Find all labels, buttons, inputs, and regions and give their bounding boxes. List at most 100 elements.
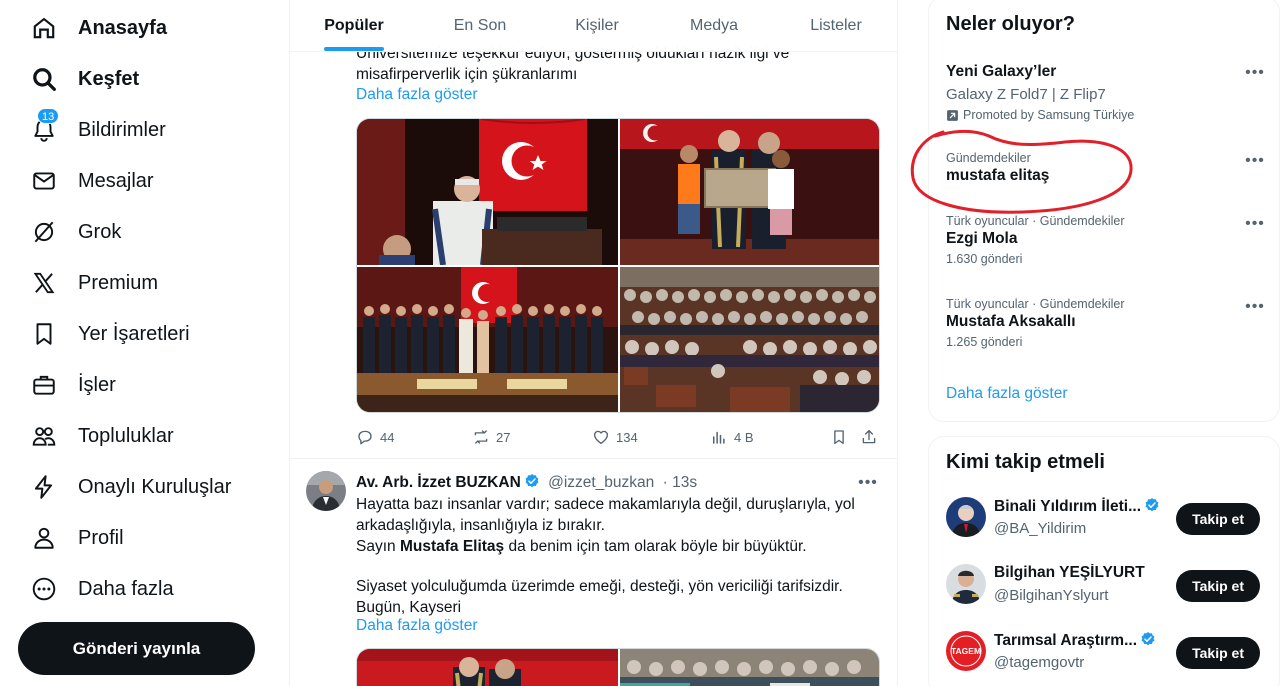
tweet-1-photo-plaque[interactable] — [620, 119, 879, 265]
nav-explore-label: Keşfet — [78, 67, 140, 90]
bookmark-icon — [834, 430, 844, 445]
nav-premium[interactable]: Premium — [30, 263, 158, 303]
nav-verified-orgs[interactable]: Onaylı Kuruluşlar — [30, 467, 231, 507]
nav-premium-label: Premium — [78, 271, 159, 294]
nav-bookmarks-label: Yer İşaretleri — [78, 322, 190, 345]
nav-jobs[interactable]: İşler — [30, 365, 116, 405]
trend-more-icon[interactable]: ••• — [1245, 151, 1265, 171]
briefcase-icon — [30, 371, 58, 399]
follow-suggestion[interactable]: Bilgihan YEŞİLYURT @BilgihanYslyurt Taki… — [946, 562, 1268, 612]
trend-item[interactable]: Türk oyuncular · Gündemdekiler Mustafa A… — [946, 297, 1266, 349]
tweet-2-author-handle[interactable]: @izzet_buzkan — [548, 474, 654, 491]
tweet-2-header: Av. Arb. İzzet BUZKAN @izzet_buzkan · 13… — [356, 473, 697, 492]
x-logo-icon — [30, 269, 58, 297]
promoted-more-icon[interactable]: ••• — [1245, 63, 1265, 83]
promoted-arrow-icon — [947, 109, 958, 121]
verified-badge-icon — [1145, 498, 1159, 512]
trend-more-icon[interactable]: ••• — [1245, 297, 1265, 317]
like-button[interactable]: 134 — [592, 426, 638, 448]
main-timeline: Üniversitemize teşekkür ediyor, göstermi… — [290, 0, 898, 686]
tweet-1-show-more-link[interactable]: Daha fazla göster — [356, 86, 478, 104]
follow-button[interactable]: Takip et — [1176, 503, 1260, 535]
bookmark-icon — [30, 320, 58, 348]
tweet-1-media-grid[interactable] — [356, 118, 880, 413]
follow-avatar[interactable] — [946, 497, 986, 537]
follow-suggestion[interactable]: Binali Yıldırım İleti... @BA_Yildirim Ta… — [946, 495, 1268, 545]
nav-verified-orgs-label: Onaylı Kuruluşlar — [78, 475, 232, 498]
tweet-1[interactable]: Üniversitemize teşekkür ediyor, göstermi… — [290, 0, 897, 460]
tab-media[interactable]: Medya — [668, 0, 760, 52]
repost-button[interactable]: 27 — [472, 426, 510, 448]
tweet-2-timestamp[interactable]: · 13s — [663, 474, 697, 491]
tab-lists[interactable]: Listeler — [786, 0, 886, 52]
repost-count: 27 — [496, 429, 511, 445]
post-button[interactable]: Gönderi yayınla — [18, 622, 255, 675]
share-button[interactable] — [860, 426, 878, 448]
trends-title: Neler oluyor? — [946, 13, 1075, 35]
trend-name: Mustafa Aksakallı — [946, 313, 1076, 330]
trend-post-count: 1.265 gönderi — [946, 335, 1023, 349]
follow-button[interactable]: Takip et — [1176, 637, 1260, 669]
envelope-icon — [30, 167, 58, 195]
bookmark-button[interactable] — [830, 426, 848, 448]
nav-home[interactable]: Anasayfa — [30, 8, 167, 48]
lightning-icon — [30, 473, 58, 501]
tweet-1-text-line2: misafirperverlik için şükranlarımı — [356, 66, 578, 83]
tweet-2-text-line3-pre: Sayın — [356, 538, 400, 555]
nav-grok[interactable]: Grok — [30, 212, 121, 252]
tweet-1-actions: 44 27 134 4 B — [356, 426, 880, 448]
nav-messages[interactable]: Mesajlar — [30, 161, 154, 201]
tweet-2-photo-1[interactable] — [357, 649, 618, 686]
trends-show-more-link[interactable]: Daha fazla göster — [946, 385, 1068, 403]
tweet-2-media-grid[interactable] — [356, 648, 880, 686]
tweet-2-text-line5: Bugün, Kayseri — [356, 599, 462, 616]
person-icon — [30, 524, 58, 552]
nav-grok-label: Grok — [78, 220, 122, 243]
follow-button[interactable]: Takip et — [1176, 570, 1260, 602]
nav-more[interactable]: Daha fazla — [30, 569, 174, 609]
nav-explore[interactable]: Keşfet — [30, 59, 139, 99]
tweet-2-avatar[interactable] — [306, 471, 346, 511]
nav-communities[interactable]: Topluluklar — [30, 416, 174, 456]
views-button[interactable]: 4 B — [710, 426, 754, 448]
promoted-by-row: Promoted by Samsung Türkiye — [946, 108, 1266, 122]
trend-context: Türk oyuncular · Gündemdekiler — [946, 297, 1125, 311]
nav-communities-label: Topluluklar — [78, 424, 174, 447]
tweet-2-photo-2[interactable] — [620, 649, 879, 686]
nav-notifications-label: Bildirimler — [78, 118, 166, 141]
tweet-2-text-line1: Hayatta bazı insanlar vardır; sadece mak… — [356, 496, 855, 513]
tweet-1-photo-speech[interactable] — [357, 119, 618, 265]
tagem-logo-text: TAGEM — [951, 646, 981, 656]
nav-profile[interactable]: Profil — [30, 518, 124, 558]
verified-badge-icon — [1141, 632, 1155, 646]
follow-avatar[interactable]: TAGEM — [946, 631, 986, 671]
repost-icon — [474, 430, 488, 444]
tab-latest[interactable]: En Son — [428, 0, 532, 52]
tweet-1-photo-group[interactable] — [357, 267, 618, 412]
follow-avatar[interactable] — [946, 564, 986, 604]
tweet-2-author-name[interactable]: Av. Arb. İzzet BUZKAN — [356, 474, 521, 491]
communities-icon — [30, 422, 58, 450]
search-icon — [30, 65, 58, 93]
tweet-2-more-icon[interactable]: ••• — [858, 473, 878, 493]
heart-icon — [593, 430, 609, 445]
home-icon — [30, 14, 58, 42]
trend-more-icon[interactable]: ••• — [1245, 214, 1265, 234]
tweet-2-show-more-link[interactable]: Daha fazla göster — [356, 617, 478, 635]
tweet-2[interactable]: Av. Arb. İzzet BUZKAN @izzet_buzkan · 13… — [290, 459, 897, 686]
follow-suggestion[interactable]: TAGEM Tarımsal Araştırm... @tagemgovtr T… — [946, 629, 1268, 679]
nav-notifications[interactable]: 13 Bildirimler — [30, 108, 166, 150]
nav-bookmarks[interactable]: Yer İşaretleri — [30, 314, 190, 354]
reply-button[interactable]: 44 — [356, 426, 394, 448]
views-count: 4 B — [734, 429, 754, 445]
tweet-2-text-line3-post: da benim için tam olarak böyle bir büyük… — [504, 538, 807, 555]
nav-home-label: Anasayfa — [78, 16, 167, 39]
tweet-2-text-line2: arkadaşlığıyla, insanlığıyla iz bırakır. — [356, 517, 605, 534]
tweet-2-mention-bold: Mustafa Elitaş — [399, 538, 505, 555]
follow-handle: @BilgihanYslyurt — [994, 587, 1109, 604]
tab-people[interactable]: Kişiler — [550, 0, 644, 52]
tab-popular[interactable]: Popüler — [306, 0, 402, 52]
trend-promoted[interactable]: Yeni Galaxy’ler Galaxy Z Fold7 | Z Flip7… — [946, 63, 1266, 122]
follow-handle: @BA_Yildirim — [994, 520, 1087, 537]
tweet-1-photo-audience[interactable] — [620, 267, 879, 412]
